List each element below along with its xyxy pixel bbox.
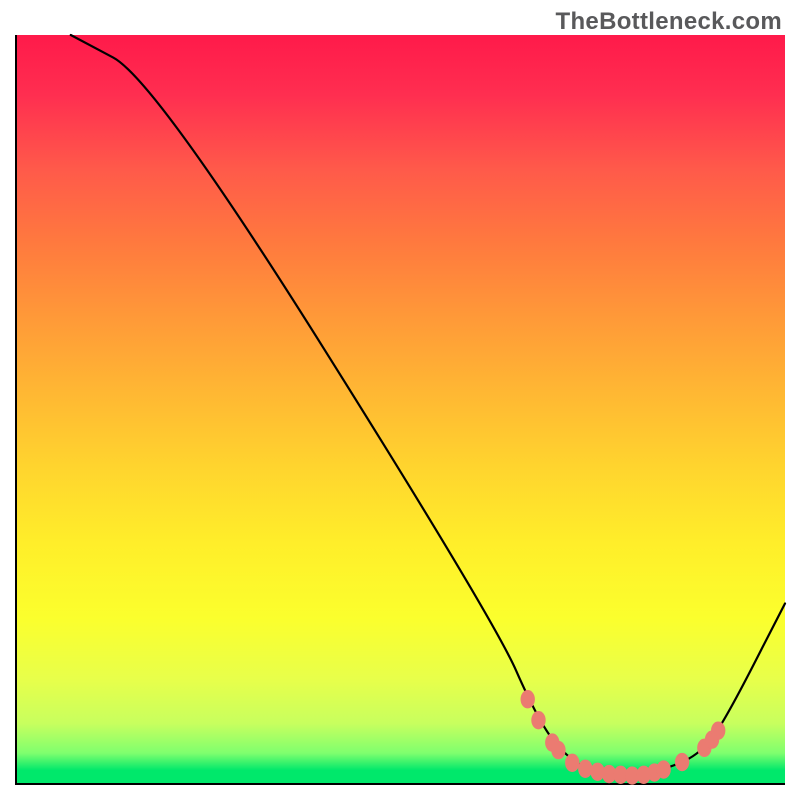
curve-marker <box>711 721 725 739</box>
curve-marker <box>551 741 565 759</box>
curve-marker <box>521 690 535 708</box>
chart-svg <box>17 35 785 783</box>
plot-area <box>15 35 785 785</box>
watermark-text: TheBottleneck.com <box>556 8 782 36</box>
curve-marker <box>656 760 670 778</box>
bottleneck-chart: TheBottleneck.com <box>0 0 800 800</box>
curve-marker <box>531 711 545 729</box>
curve-marker <box>675 753 689 771</box>
curve-markers <box>521 690 726 785</box>
bottleneck-curve <box>71 35 785 775</box>
curve-marker <box>578 760 592 778</box>
curve-marker <box>565 754 579 772</box>
